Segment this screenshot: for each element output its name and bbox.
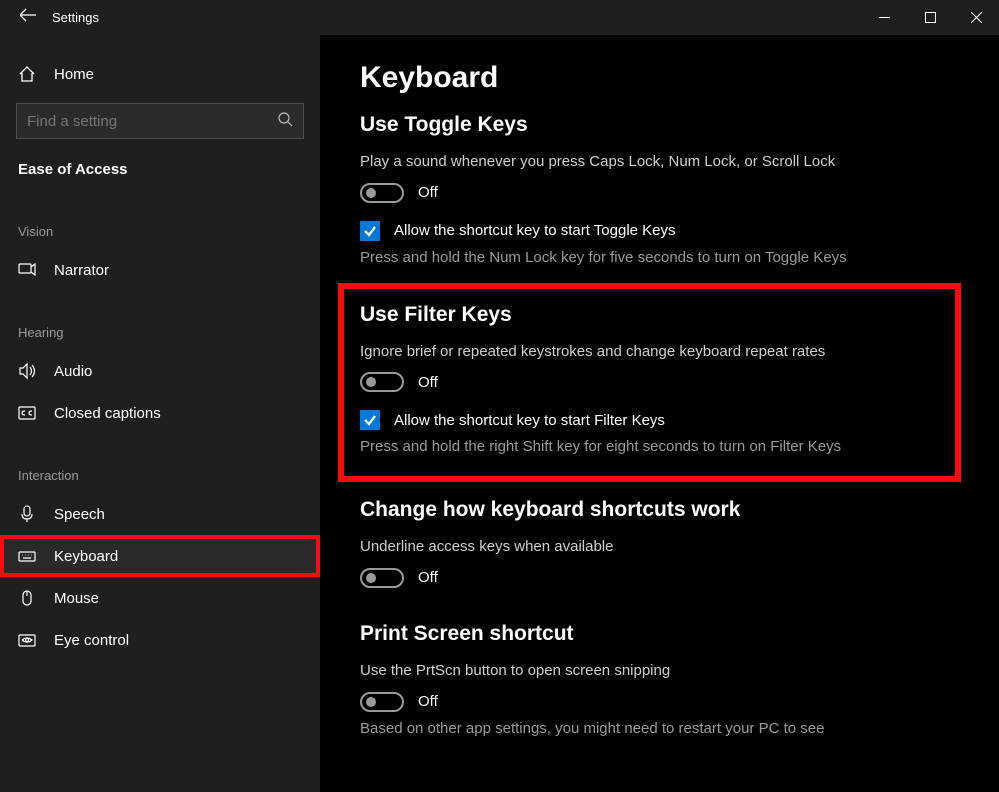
filter-keys-highlight: Use Filter Keys Ignore brief or repeated… xyxy=(338,283,961,483)
group-label-interaction: Interaction xyxy=(0,454,320,493)
sidebar-item-mouse[interactable]: Mouse xyxy=(0,577,320,619)
keyboard-icon xyxy=(18,547,36,565)
closed-captions-icon xyxy=(18,404,36,422)
toggle-keys-desc: Play a sound whenever you press Caps Loc… xyxy=(360,151,880,173)
window-title: Settings xyxy=(52,10,99,25)
sidebar-item-narrator[interactable]: Narrator xyxy=(0,249,320,291)
mouse-icon xyxy=(18,589,36,607)
sidebar-item-closed-captions[interactable]: Closed captions xyxy=(0,392,320,434)
back-icon[interactable] xyxy=(20,7,36,28)
group-label-hearing: Hearing xyxy=(0,311,320,350)
filter-keys-desc: Ignore brief or repeated keystrokes and … xyxy=(360,341,880,363)
sidebar-item-speech[interactable]: Speech xyxy=(0,493,320,535)
filter-keys-shortcut-checkbox[interactable] xyxy=(360,410,380,430)
narrator-icon xyxy=(18,261,36,279)
toggle-keys-state: Off xyxy=(418,184,438,201)
sidebar-item-label: Speech xyxy=(54,506,105,523)
group-label-vision: Vision xyxy=(0,210,320,249)
printscreen-desc: Use the PrtScn button to open screen sni… xyxy=(360,660,880,682)
filter-keys-checkbox-label: Allow the shortcut key to start Filter K… xyxy=(394,412,665,429)
sidebar: Home Ease of Access Vision Narrator Hear… xyxy=(0,35,320,792)
category-heading: Ease of Access xyxy=(0,161,320,190)
search-field[interactable] xyxy=(27,113,266,130)
sidebar-item-label: Audio xyxy=(54,363,92,380)
page-title: Keyboard xyxy=(360,61,939,95)
sidebar-item-audio[interactable]: Audio xyxy=(0,350,320,392)
sidebar-item-label: Keyboard xyxy=(54,548,118,565)
sidebar-item-label: Mouse xyxy=(54,590,99,607)
printscreen-switch[interactable] xyxy=(360,692,404,712)
filter-keys-switch[interactable] xyxy=(360,372,404,392)
printscreen-hint: Based on other app settings, you might n… xyxy=(360,718,880,740)
toggle-keys-shortcut-checkbox[interactable] xyxy=(360,221,380,241)
sidebar-item-label: Narrator xyxy=(54,262,109,279)
underline-access-keys-switch[interactable] xyxy=(360,568,404,588)
main-content: Keyboard Use Toggle Keys Play a sound wh… xyxy=(320,35,999,792)
eye-control-icon xyxy=(18,631,36,649)
close-button[interactable] xyxy=(953,0,999,35)
filter-keys-hint: Press and hold the right Shift key for e… xyxy=(360,436,880,458)
section-shortcuts-heading: Change how keyboard shortcuts work xyxy=(360,498,939,522)
home-icon xyxy=(18,65,36,83)
sidebar-item-keyboard[interactable]: Keyboard xyxy=(0,535,320,577)
sidebar-item-label: Closed captions xyxy=(54,405,161,422)
search-input[interactable] xyxy=(16,103,304,139)
titlebar: Settings xyxy=(0,0,999,35)
search-icon xyxy=(278,112,293,131)
sidebar-item-label: Eye control xyxy=(54,632,129,649)
maximize-button[interactable] xyxy=(907,0,953,35)
speech-icon xyxy=(18,505,36,523)
sidebar-item-eye-control[interactable]: Eye control xyxy=(0,619,320,661)
home-label: Home xyxy=(54,66,94,83)
toggle-keys-hint: Press and hold the Num Lock key for five… xyxy=(360,247,880,269)
section-printscreen-heading: Print Screen shortcut xyxy=(360,622,939,646)
shortcuts-desc: Underline access keys when available xyxy=(360,536,880,558)
minimize-button[interactable] xyxy=(861,0,907,35)
filter-keys-state: Off xyxy=(418,374,438,391)
section-toggle-keys-heading: Use Toggle Keys xyxy=(360,113,939,137)
section-filter-keys-heading: Use Filter Keys xyxy=(360,303,939,327)
toggle-keys-checkbox-label: Allow the shortcut key to start Toggle K… xyxy=(394,222,676,239)
audio-icon xyxy=(18,362,36,380)
underline-access-keys-state: Off xyxy=(418,569,438,586)
printscreen-state: Off xyxy=(418,693,438,710)
home-button[interactable]: Home xyxy=(0,55,320,93)
toggle-keys-switch[interactable] xyxy=(360,183,404,203)
